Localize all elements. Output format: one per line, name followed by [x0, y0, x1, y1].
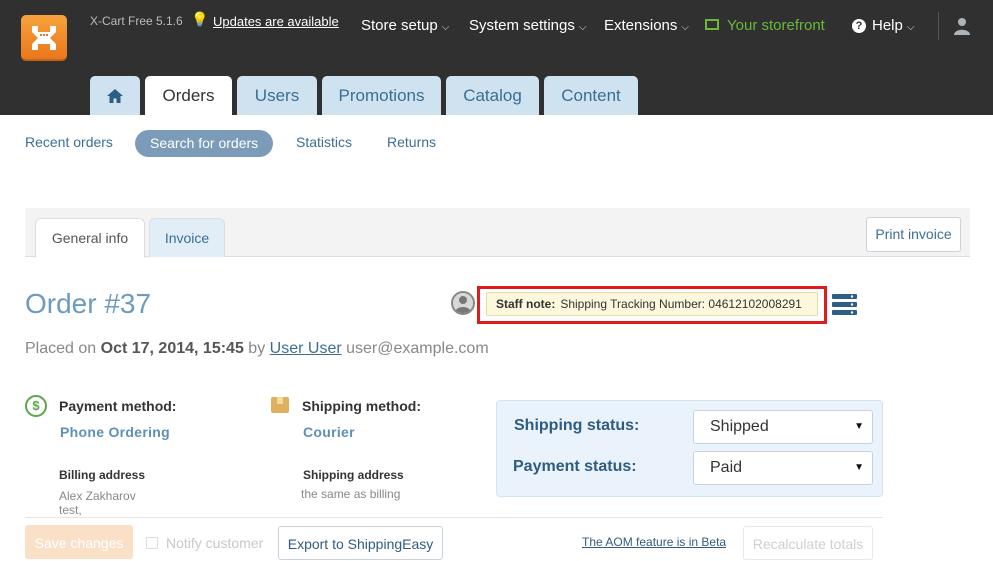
updates-link[interactable]: Updates are available	[213, 14, 339, 29]
recalculate-totals-button[interactable]: Recalculate totals	[743, 526, 873, 560]
payment-status-select[interactable]: Paid ▼	[693, 451, 873, 485]
export-shippingeasy-button[interactable]: Export to ShippingEasy	[278, 526, 443, 560]
tab-invoice[interactable]: Invoice	[149, 218, 225, 257]
order-title: Order #37	[25, 288, 152, 319]
notify-customer-checkbox[interactable]: Notify customer	[146, 535, 263, 551]
help-label: Help	[872, 17, 903, 34]
subnav-recent-orders[interactable]: Recent orders	[25, 134, 113, 150]
dropdown-arrow-icon: ▼	[854, 421, 864, 432]
tab-orders[interactable]: Orders	[145, 76, 232, 115]
staff-note-text: Shipping Tracking Number: 04612102008291	[560, 297, 802, 311]
nav-your-storefront[interactable]: Your storefront	[705, 17, 825, 34]
subnav-search-for-orders[interactable]: Search for orders	[135, 130, 274, 157]
staff-avatar-icon	[451, 291, 475, 315]
nav-label: System settings	[469, 17, 575, 34]
shipping-status-select[interactable]: Shipped ▼	[693, 410, 873, 444]
aom-beta-link[interactable]: The AOM feature is in Beta	[582, 535, 726, 549]
dropdown-arrow-icon: ▼	[854, 462, 864, 473]
nav-store-setup[interactable]: Store setup ⌵	[361, 17, 449, 34]
divider	[25, 517, 883, 518]
payment-status-label: Payment status:	[513, 458, 637, 475]
billing-address-line: test,	[59, 503, 82, 517]
help-circle-icon: ?	[852, 19, 866, 33]
billing-address-label: Billing address	[59, 468, 146, 482]
home-icon	[107, 89, 123, 103]
payment-method-label: Payment method:	[59, 398, 177, 414]
subnav-statistics[interactable]: Statistics	[296, 134, 352, 150]
tab-promotions[interactable]: Promotions	[322, 76, 441, 115]
tab-content[interactable]: Content	[544, 76, 638, 115]
placed-prefix: Placed on	[25, 340, 97, 357]
chevron-down-icon: ⌵	[441, 22, 450, 33]
staff-note-label: Staff note:	[496, 297, 556, 311]
subnav-returns[interactable]: Returns	[387, 134, 436, 150]
checkbox-icon	[146, 537, 158, 549]
tab-general-info[interactable]: General info	[35, 218, 145, 258]
shipping-status-value: Shipped	[710, 418, 769, 435]
monitor-icon	[705, 19, 719, 30]
shipping-status-label: Shipping status:	[514, 417, 640, 434]
chevron-down-icon: ⌵	[578, 22, 587, 33]
chevron-down-icon: ⌵	[681, 22, 689, 33]
version-label: X-Cart Free 5.1.6	[90, 14, 183, 28]
tab-home[interactable]	[90, 76, 140, 115]
shipping-method-value[interactable]: Courier	[303, 424, 355, 440]
staff-note[interactable]: Staff note: Shipping Tracking Number: 046…	[486, 292, 818, 316]
nav-system-settings[interactable]: System settings ⌵	[469, 17, 586, 34]
customer-link[interactable]: User User	[270, 340, 342, 357]
xcart-logo[interactable]	[21, 15, 67, 61]
nav-label: Store setup	[361, 17, 438, 34]
lightbulb-icon: 💡	[191, 11, 209, 27]
placed-date: Oct 17, 2014, 15:45	[100, 340, 244, 357]
storefront-label: Your storefront	[727, 17, 825, 34]
order-placed-line: Placed on Oct 17, 2014, 15:45 by User Us…	[25, 340, 489, 358]
customer-email: user@example.com	[346, 340, 489, 357]
placed-by: by	[248, 340, 266, 357]
tab-users[interactable]: Users	[237, 76, 317, 115]
tab-catalog[interactable]: Catalog	[446, 76, 539, 115]
package-icon	[271, 397, 289, 413]
divider	[938, 12, 939, 40]
shipping-address-label: Shipping address	[303, 468, 404, 482]
print-invoice-button[interactable]: Print invoice	[866, 217, 961, 252]
shipping-address-value: the same as billing	[301, 487, 401, 501]
payment-status-value: Paid	[710, 459, 743, 476]
payment-method-value[interactable]: Phone Ordering	[60, 424, 170, 440]
nav-extensions[interactable]: Extensions ⌵	[604, 17, 689, 34]
user-icon[interactable]	[953, 17, 971, 35]
save-changes-button[interactable]: Save changes	[25, 525, 133, 559]
shipping-method-label: Shipping method:	[302, 398, 421, 414]
nav-help[interactable]: ? Help ⌵	[852, 17, 914, 34]
chevron-down-icon: ⌵	[906, 22, 915, 33]
nav-label: Extensions	[604, 17, 678, 34]
dollar-icon: $	[25, 395, 47, 417]
actions-menu-icon[interactable]	[832, 294, 857, 316]
billing-address-line: Alex Zakharov	[59, 489, 136, 503]
top-bar: X-Cart Free 5.1.6 💡 Updates are availabl…	[0, 0, 993, 115]
notify-customer-label: Notify customer	[166, 535, 264, 551]
